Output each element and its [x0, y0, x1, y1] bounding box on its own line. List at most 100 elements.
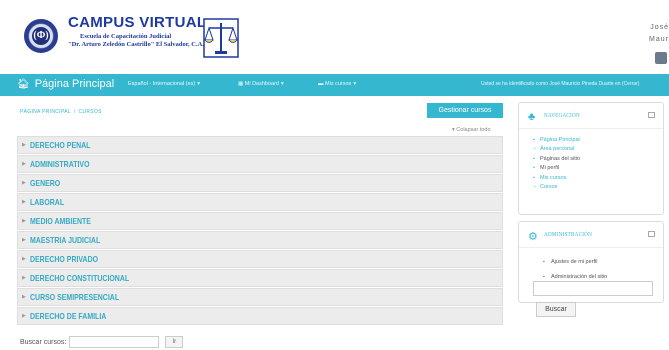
category-label: CURSO SEMIPRESENCIAL — [29, 292, 119, 302]
admin-item-label: Administración del sitio — [551, 273, 608, 280]
top-navbar: 🏠︎ Página Principal Español - Internacio… — [0, 74, 669, 96]
school-subtitle: "Dr. Arturo Zeledón Castrillo" El Salvad… — [68, 41, 204, 48]
admin-search-input[interactable] — [533, 281, 653, 296]
avatar[interactable] — [655, 52, 667, 64]
category-label: GENERO — [29, 178, 61, 188]
folder-bullet-icon: ▪ — [533, 155, 535, 162]
nav-item-site-pages[interactable]: ▪ Páginas del sitio — [533, 154, 663, 164]
expand-arrow-icon: ▶ — [22, 237, 26, 243]
block-dock-icon[interactable] — [648, 112, 655, 118]
admin-item-profile-settings[interactable]: ▪ Ajustes de mi perfil — [543, 254, 663, 269]
course-category-list: ▶ DERECHO PENAL ▶ ADMINISTRATIVO ▶ GENERO ▶… — [17, 136, 503, 326]
courses-icon: ▬ — [318, 81, 326, 87]
administration-block-title: ADMINISTRACIÓN — [544, 232, 593, 238]
folder-bullet-icon: ▪ — [533, 165, 535, 172]
course-search: Buscar cursos: Ir — [20, 336, 184, 348]
admin-search-button[interactable]: Buscar — [536, 302, 576, 317]
search-go-button[interactable]: Ir — [165, 336, 184, 348]
seal-mark: (Ф) — [32, 27, 50, 45]
gears-icon: ⚙ — [528, 231, 538, 243]
nav-item-courses[interactable]: ○ Cursos — [533, 183, 663, 193]
folder-bullet-icon: ▪ — [543, 258, 545, 265]
nav-item-home[interactable]: ▪ Página Principal — [533, 135, 663, 145]
circle-bullet-icon: ○ — [533, 184, 537, 191]
category-label: LABORAL — [29, 197, 64, 207]
navigation-block: ♣ NAVEGACIÓN ▪ Página Principal ○ Área per… — [518, 102, 664, 215]
dashboard-label: Mi Dashboard — [244, 81, 279, 87]
scales-of-justice-icon — [203, 18, 239, 58]
category-label: DERECHO PRIVADO — [29, 254, 98, 264]
chevron-down-icon: ▾ — [353, 81, 357, 87]
breadcrumb-home[interactable]: PÁGINA PRINCIPAL — [20, 109, 71, 115]
breadcrumb-separator: / — [73, 109, 76, 115]
category-row[interactable]: ▶ CURSO SEMIPRESENCIAL — [17, 288, 503, 306]
user-first-name: José — [650, 24, 669, 31]
category-row[interactable]: ▶ MAESTRIA JUDICIAL — [17, 231, 503, 249]
nav-home-link[interactable]: 🏠︎ Página Principal — [17, 78, 114, 90]
category-label: MEDIO AMBIENTE — [29, 216, 91, 226]
category-row[interactable]: ▶ DERECHO CONSTITUCIONAL — [17, 269, 503, 287]
administration-list: ▪ Ajustes de mi perfil ▪ Administración de… — [519, 248, 663, 284]
expand-arrow-icon: ▶ — [22, 275, 26, 281]
search-courses-input[interactable] — [69, 336, 160, 348]
breadcrumb-current[interactable]: CURSOS — [79, 109, 102, 115]
expand-arrow-icon: ▶ — [22, 294, 26, 300]
chevron-down-icon: ▾ — [197, 81, 201, 87]
administration-block-header: ⚙ ADMINISTRACIÓN — [519, 222, 663, 248]
category-label: DERECHO PENAL — [29, 140, 91, 150]
login-info[interactable]: Usted se ha identificado como José Mauri… — [481, 81, 639, 87]
circle-bullet-icon: ○ — [533, 146, 537, 153]
expand-arrow-icon: ▶ — [22, 218, 26, 224]
dashboard-icon: ▦ — [238, 81, 245, 87]
folder-bullet-icon: ▪ — [543, 273, 545, 280]
manage-courses-button[interactable]: Gestionar cursos — [427, 103, 503, 118]
category-row[interactable]: ▶ LABORAL — [17, 193, 503, 211]
site-header: (Ф) CAMPUS VIRTUAL Escuela de Capacitaci… — [0, 0, 669, 70]
breadcrumb: PÁGINA PRINCIPAL / CURSOS — [20, 109, 102, 115]
nav-item-label: Páginas del sitio — [540, 155, 581, 162]
school-seal-logo[interactable]: (Ф) — [24, 19, 58, 53]
search-courses-label: Buscar cursos: — [20, 338, 67, 346]
nav-item-label: Mi perfil — [540, 165, 560, 172]
expand-arrow-icon: ▶ — [22, 199, 26, 205]
my-courses-menu[interactable]: ▬ Mis cursos ▾ — [318, 81, 356, 87]
expand-arrow-icon: ▶ — [22, 313, 26, 319]
block-dock-icon[interactable] — [648, 231, 655, 237]
category-label: DERECHO DE FAMILIA — [29, 311, 107, 321]
folder-bullet-icon: ▪ — [533, 174, 535, 181]
expand-arrow-icon: ▶ — [22, 161, 26, 167]
site-title[interactable]: CAMPUS VIRTUAL — [68, 14, 206, 31]
category-label: MAESTRIA JUDICIAL — [29, 235, 101, 245]
category-label: DERECHO CONSTITUCIONAL — [29, 273, 129, 283]
category-row[interactable]: ▶ GENERO — [17, 174, 503, 192]
my-courses-label: Mis cursos — [325, 81, 352, 87]
category-row[interactable]: ▶ DERECHO DE FAMILIA — [17, 307, 503, 325]
category-row[interactable]: ▶ MEDIO AMBIENTE — [17, 212, 503, 230]
category-label: ADMINISTRATIVO — [29, 159, 90, 169]
nav-item-my-courses[interactable]: ▪ Mis cursos — [533, 173, 663, 183]
category-row[interactable]: ▶ ADMINISTRATIVO — [17, 155, 503, 173]
home-icon: 🏠︎ — [17, 78, 30, 90]
navigation-block-header: ♣ NAVEGACIÓN — [519, 103, 663, 129]
user-last-name: Mauricio — [649, 36, 669, 43]
nav-item-label: Área personal — [540, 146, 575, 153]
language-menu[interactable]: Español - Internacional (es) ▾ — [128, 81, 200, 87]
dashboard-menu[interactable]: ▦ Mi Dashboard ▾ — [238, 81, 284, 87]
expand-arrow-icon: ▶ — [22, 256, 26, 262]
nav-home-label: Página Principal — [34, 78, 115, 90]
expand-arrow-icon: ▶ — [22, 142, 26, 148]
language-label: Español - Internacional (es) — [128, 81, 196, 87]
school-name: Escuela de Capacitación Judicial — [80, 33, 172, 40]
nav-item-profile[interactable]: ▪ Mi perfil — [533, 164, 663, 174]
category-row[interactable]: ▶ DERECHO PENAL — [17, 136, 503, 154]
admin-item-label: Ajustes de mi perfil — [551, 258, 598, 265]
nav-item-label: Cursos — [540, 184, 558, 191]
navigation-block-title: NAVEGACIÓN — [544, 113, 580, 119]
category-row[interactable]: ▶ DERECHO PRIVADO — [17, 250, 503, 268]
nav-item-dashboard[interactable]: ○ Área personal — [533, 145, 663, 155]
collapse-all-link[interactable]: ▾ Colapsar todo — [452, 127, 491, 133]
user-name[interactable]: José Mauricio — [649, 24, 669, 43]
chevron-down-icon: ▾ — [280, 81, 284, 87]
nav-item-label: Página Principal — [540, 136, 580, 143]
home-bullet-icon: ▪ — [533, 136, 535, 143]
